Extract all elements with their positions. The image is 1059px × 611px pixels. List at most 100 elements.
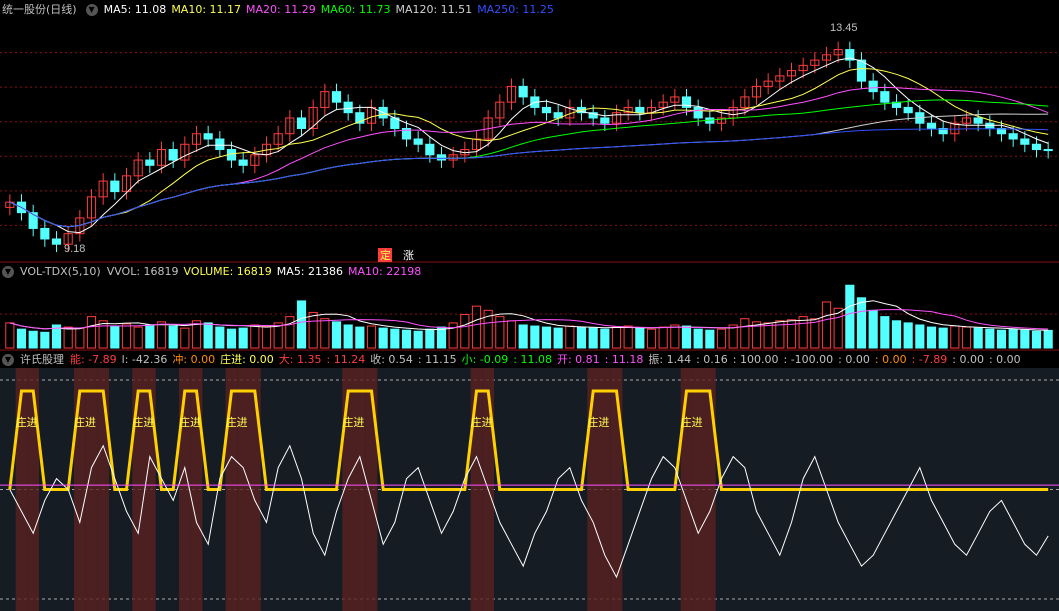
candle-body [448,154,458,161]
candle-body [495,101,505,119]
legend-item: MA5: 21386 [276,265,344,278]
candle-body [856,59,867,82]
candle-body [716,117,727,124]
legend-item: : 0.00 [952,353,984,366]
volume-bar [448,322,458,349]
volume-bar [1043,329,1053,349]
legend-item: : 11.08 [513,353,552,366]
candlesticks [5,41,1053,253]
volume-bar [600,328,610,349]
volume-bar [553,327,563,349]
signal-zone [15,368,28,611]
candle-body [168,149,178,161]
candle-body [845,49,855,61]
candle-body [460,149,470,156]
candle-body [483,117,493,140]
candle-body [530,96,540,108]
volume-bar [75,327,85,349]
collapse-icon[interactable]: ▼ [2,354,14,366]
candle-body [600,117,610,124]
legend-item: 庄进: 0.00 [220,353,274,366]
volume-bar [483,309,493,349]
candle-body [775,75,785,82]
candle-body [635,106,645,114]
candle-body [1020,138,1030,145]
volume-bar [775,320,785,349]
zhuangjin-label: 庄进 [16,415,38,429]
candle-body [86,196,97,219]
candle-body [728,106,738,119]
volume-legend-items: VVOL: 16819 VOLUME: 16819 MA5: 21386 MA10: … [107,264,427,280]
candle-body [471,138,482,151]
stock-chart[interactable]: 庄进 庄进 庄进 庄进 庄进 庄进 庄进 庄进 庄进 13.45 9.18 定 涨 [0,0,1059,611]
candle-body [646,106,657,114]
candle-body [16,201,27,214]
volume-bar [670,324,680,349]
legend-item: MA10: 11.17 [171,3,242,16]
candle-body [833,49,843,56]
candle-body [891,101,902,108]
volume-bar [460,314,470,349]
candle-body [681,96,692,108]
signal-zone [587,368,599,611]
ma120-line [9,113,1049,228]
volume-bar [63,326,73,349]
volume-bar [856,297,867,349]
collapse-icon[interactable]: ▼ [85,4,98,16]
volume-bar [378,327,388,349]
candle-body [51,238,62,245]
legend-item: : 11.15 [417,353,457,366]
candle-body [285,117,295,135]
legend-item: 大: 1.35 [278,353,322,366]
signal-zone [27,368,39,611]
candle-body [658,101,668,108]
volume-bar [308,311,318,349]
volume-bar [728,324,738,349]
volume-bar [320,318,330,349]
candle-body [401,127,412,140]
candle-body [1031,143,1042,151]
candle-body [413,138,423,145]
volume-bar [1031,330,1042,349]
volume-bar [693,328,703,349]
volume-bar [915,324,925,349]
volume-bar [51,324,62,349]
legend-item: VVOL: 16819 [106,265,179,278]
volume-ma-line [9,300,1049,331]
candle-body [98,180,108,198]
legend-item: : 11.24 [326,353,366,366]
zhuangjin-label: 庄进 [471,415,493,429]
ma-legend-items: MA5: 11.08 MA10: 11.17 MA20: 11.29 MA60: 11… [104,2,559,18]
volume-bar [1008,328,1018,349]
legend-item: : 0.16 [696,353,728,366]
volume-bar [86,316,97,349]
candle-body [191,133,202,145]
candle-body [250,154,260,166]
candle-body [950,122,960,135]
volume-bar [868,309,878,349]
candle-body [938,127,948,135]
signal-zone [470,368,483,611]
volume-bar [261,325,272,349]
volume-bar [973,327,983,349]
candle-body [366,106,377,124]
signal-zone [97,368,109,611]
volume-bar [926,326,937,349]
collapse-icon[interactable]: ▼ [2,266,14,278]
volume-bar [845,284,855,349]
volume-bar [191,320,202,349]
volume-bar [331,321,342,349]
volume-bar [203,322,213,349]
zhuangjin-line [8,389,1049,491]
signal-zone [74,368,86,611]
volume-bar [623,325,633,349]
candle-body [40,227,50,240]
candle-body [296,117,307,129]
volume-bar [996,329,1007,349]
candle-body [75,217,85,235]
candle-body [28,212,38,229]
signal-zone [482,368,494,611]
volume-bar [810,318,820,349]
candle-body [425,143,435,156]
legend-item: : 0.00 [874,353,907,366]
